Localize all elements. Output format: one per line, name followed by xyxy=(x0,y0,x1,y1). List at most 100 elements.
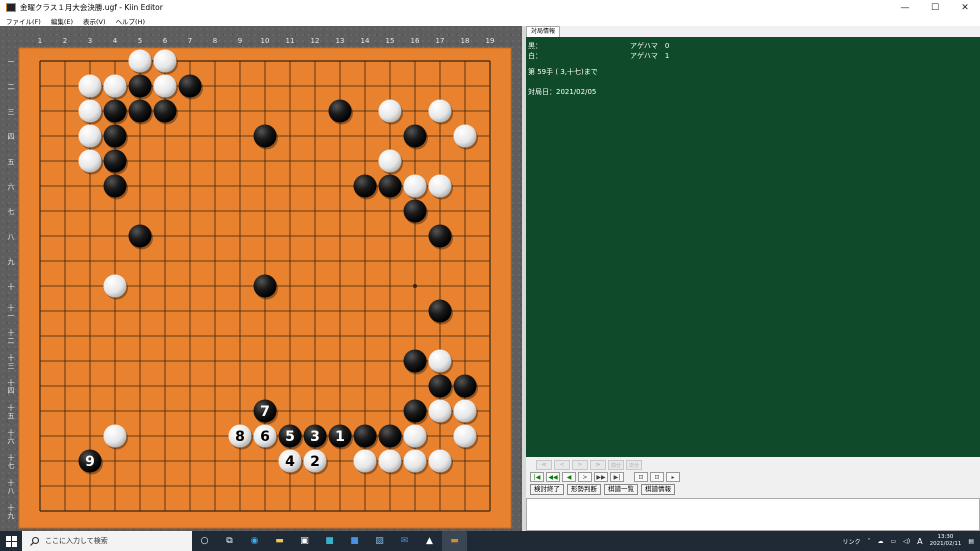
row-label: 九 xyxy=(8,511,15,520)
white-stone xyxy=(78,149,102,173)
kiin-editor-taskbar-icon[interactable]: ▬ xyxy=(442,531,467,551)
windows-logo-icon xyxy=(5,535,17,547)
variation-nav: ≪ < > ≫ 前分 次分 xyxy=(536,460,642,470)
nav-disabled-first[interactable]: ≪ xyxy=(536,460,552,470)
mail-icon[interactable]: ✉ xyxy=(392,531,417,551)
white-stone xyxy=(453,124,477,148)
chevron-up-icon[interactable]: ˄ xyxy=(868,538,871,545)
store-icon[interactable]: ▣ xyxy=(292,531,317,551)
end-review-button[interactable]: 検討終了 xyxy=(530,484,564,495)
black-stone xyxy=(353,424,377,448)
white-stone xyxy=(103,74,127,98)
column-label: 10 xyxy=(261,37,270,45)
row-label: 四 xyxy=(8,387,15,395)
move-number: 8 xyxy=(235,429,245,445)
column-label: 13 xyxy=(336,37,345,45)
start-button[interactable] xyxy=(0,531,22,551)
column-label: 15 xyxy=(386,37,395,45)
back-one-button[interactable]: ◀ xyxy=(562,472,576,482)
title-bar: 金曜クラス１月大会決勝.ugf - Kiin Editor — ☐ ✕ xyxy=(0,0,980,15)
file-explorer-icon[interactable]: ▬ xyxy=(267,531,292,551)
menu-view[interactable]: 表示(V) xyxy=(83,16,106,26)
play-button[interactable]: ▸ xyxy=(666,472,680,482)
close-button[interactable]: ✕ xyxy=(950,0,980,15)
black-stone xyxy=(453,374,477,398)
toggle-b-button[interactable]: ⊡ xyxy=(650,472,664,482)
network-icon[interactable]: ▭ xyxy=(891,538,897,545)
app-icon-teal[interactable]: ■ xyxy=(317,531,342,551)
column-label: 18 xyxy=(461,37,470,45)
toggle-a-button[interactable]: ⊡ xyxy=(634,472,648,482)
back-ten-button[interactable]: ◀◀ xyxy=(546,472,560,482)
minimize-button[interactable]: — xyxy=(890,0,920,15)
first-move-button[interactable]: |◀ xyxy=(530,472,544,482)
white-stone xyxy=(428,449,452,473)
menu-help[interactable]: ヘルプ(H) xyxy=(116,16,145,26)
clock-time: 13:30 xyxy=(937,534,954,540)
nav-disabled-prev[interactable]: < xyxy=(554,460,570,470)
white-stone xyxy=(378,99,402,123)
white-stone xyxy=(428,349,452,373)
taskbar: ここに入力して検索 ○ ⧉ ◉ ▬ ▣ ■ ■ ▨ ✉ ▲ ▬ リンク ˄ ☁ … xyxy=(0,531,980,551)
system-tray: リンク ˄ ☁ ▭ ◁) A 13:30 2021/02/11 ▤ xyxy=(842,531,980,551)
clock[interactable]: 13:30 2021/02/11 xyxy=(930,534,962,548)
move-number: 1 xyxy=(335,429,345,445)
tray-link-label[interactable]: リンク xyxy=(842,537,860,546)
move-number: 5 xyxy=(285,429,295,445)
black-stone xyxy=(403,399,427,423)
task-view-icon[interactable]: ⧉ xyxy=(217,531,242,551)
record-info-button[interactable]: 棋譜情報 xyxy=(641,484,675,495)
black-stone xyxy=(253,124,277,148)
volume-icon[interactable]: ◁) xyxy=(903,538,910,545)
row-label: 一 xyxy=(8,58,15,66)
black-stone xyxy=(403,199,427,223)
menu-file[interactable]: ファイル(F) xyxy=(6,16,41,26)
row-label: 七 xyxy=(8,461,15,470)
comment-textarea[interactable] xyxy=(526,498,980,531)
forward-ten-button[interactable]: ▶▶ xyxy=(594,472,608,482)
white-stone xyxy=(353,449,377,473)
row-label: 六 xyxy=(8,436,15,445)
edge-icon[interactable]: ◉ xyxy=(242,531,267,551)
forward-one-button[interactable]: > xyxy=(578,472,592,482)
row-label: 八 xyxy=(8,487,15,495)
row-label: 五 xyxy=(8,158,15,166)
cortana-icon[interactable]: ○ xyxy=(192,531,217,551)
maximize-button[interactable]: ☐ xyxy=(920,0,950,15)
position-judgment-button[interactable]: 形勢判断 xyxy=(567,484,601,495)
menu-edit[interactable]: 編集(E) xyxy=(51,16,73,26)
black-stone xyxy=(128,99,152,123)
column-label: 1 xyxy=(38,37,42,45)
go-board[interactable]: 1 2 3 4 5 6 7 8 9 10 11 12 13 14 15 16 17 18 19一二三四五六七八九十十… xyxy=(0,26,522,531)
ime-indicator[interactable]: A xyxy=(917,537,922,546)
row-label: 十 xyxy=(8,328,15,337)
move-number: 3 xyxy=(310,429,320,445)
black-captures: アゲハマ 0 xyxy=(630,42,670,50)
nav-prev-branch[interactable]: 前分 xyxy=(608,460,624,470)
black-stone xyxy=(103,124,127,148)
notification-icon[interactable]: ▤ xyxy=(968,538,974,545)
black-stone xyxy=(378,174,402,198)
last-move-button[interactable]: ▶| xyxy=(610,472,624,482)
white-stone xyxy=(103,274,127,298)
column-label: 16 xyxy=(411,37,420,45)
column-label: 7 xyxy=(188,37,192,45)
tab-game-info[interactable]: 対局情報 xyxy=(526,26,561,37)
search-icon xyxy=(30,536,39,546)
column-label: 9 xyxy=(238,37,242,45)
nav-disabled-next[interactable]: > xyxy=(572,460,588,470)
cloud-icon[interactable]: ☁ xyxy=(878,538,884,545)
clock-date: 2021/02/11 xyxy=(929,541,962,547)
nav-disabled-last[interactable]: ≫ xyxy=(590,460,606,470)
row-label: 十 xyxy=(8,428,15,437)
row-label: 九 xyxy=(8,257,15,266)
record-list-button[interactable]: 棋譜一覧 xyxy=(604,484,638,495)
white-stone xyxy=(453,399,477,423)
app-icon-photo[interactable]: ▨ xyxy=(367,531,392,551)
nav-next-branch[interactable]: 次分 xyxy=(626,460,642,470)
move-info: 第 59手 ( 3,十七)まで xyxy=(528,68,598,76)
white-stone xyxy=(453,424,477,448)
app-icon-dark[interactable]: ▲ xyxy=(417,531,442,551)
taskbar-search[interactable]: ここに入力して検索 xyxy=(22,531,192,551)
app-icon-blue[interactable]: ■ xyxy=(342,531,367,551)
